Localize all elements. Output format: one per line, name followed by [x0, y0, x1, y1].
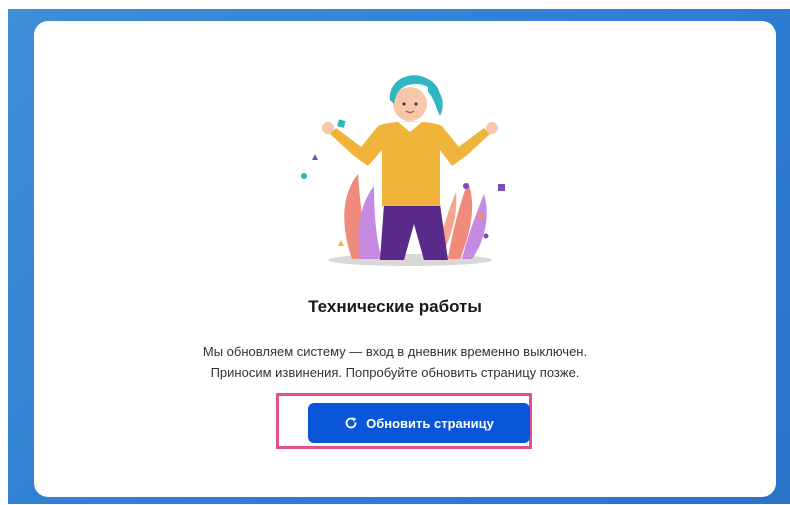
refresh-page-button[interactable]: Обновить страницу — [308, 403, 530, 443]
refresh-icon — [344, 416, 358, 430]
refresh-button-label: Обновить страницу — [366, 415, 494, 431]
message-line-1: Мы обновляем систему — вход в дневник вр… — [202, 344, 588, 359]
maintenance-illustration — [301, 75, 505, 266]
page-title: Технические работы — [308, 297, 482, 316]
message-line-2: Приносим извинения. Попробуйте обновить … — [210, 365, 580, 380]
